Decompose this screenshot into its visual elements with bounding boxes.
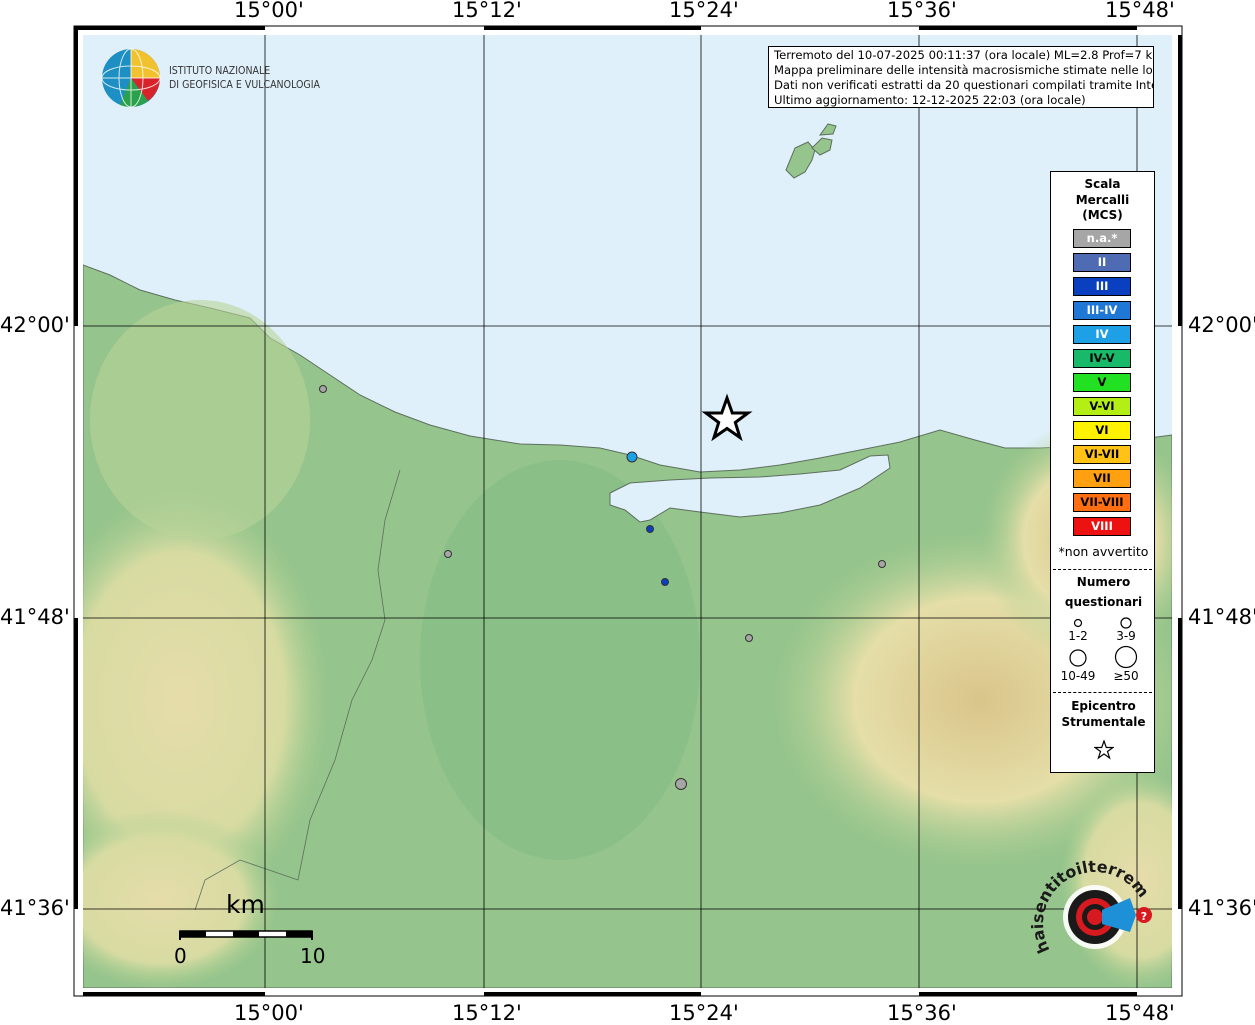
longitude-label-top: 15°24' [669, 0, 739, 22]
epicenter-title-line1: Epicentro [1071, 699, 1136, 713]
questionnaire-label-xlarge: ≥50 [1113, 669, 1139, 683]
intensity-scale-item: III-IV [1073, 301, 1131, 320]
latitude-label-left: 42°00' [0, 313, 70, 337]
haisentito-logo-text: haisentitoilterremoto.it [1030, 850, 1153, 956]
longitude-label-bottom: 15°12' [452, 1001, 522, 1025]
observation-point [878, 560, 886, 568]
ingv-logo-icon [101, 48, 161, 108]
intensity-scale-item: V-VI [1073, 397, 1131, 416]
longitude-label-bottom: 15°36' [887, 1001, 957, 1025]
longitude-label-top: 15°00' [234, 0, 304, 22]
xlarge-circle-icon [1114, 645, 1138, 669]
intensity-scale-item: II [1073, 253, 1131, 272]
not-felt-note: *non avvertito [1058, 544, 1149, 559]
intensity-scale-item: V [1073, 373, 1131, 392]
event-info-line3: Dati non verificati estratti da 20 quest… [774, 78, 1153, 92]
intensity-scale-item: VII [1073, 469, 1131, 488]
legend-divider [1053, 692, 1152, 693]
event-info-box: Terremoto del 10-07-2025 00:11:37 (ora l… [768, 46, 1154, 108]
observation-point [675, 778, 687, 790]
longitude-label-top: 15°48' [1105, 0, 1175, 22]
questionnaires-title-line2: questionari [1064, 595, 1143, 609]
longitude-label-top: 15°36' [887, 0, 957, 22]
intensity-scale-item: VII-VIII [1073, 493, 1131, 512]
latitude-label-right: 41°48' [1188, 605, 1255, 629]
legend-title-line3: (MCS) [1082, 208, 1123, 222]
observation-point [626, 451, 638, 463]
epicenter-title-line2: Strumentale [1061, 715, 1146, 729]
institute-name-line1: ISTITUTO NAZIONALE [169, 65, 271, 77]
observation-point [444, 550, 452, 558]
longitude-label-top: 15°12' [452, 0, 522, 22]
institute-name-line2: DI GEOFISICA E VULCANOLOGIA [169, 79, 321, 91]
longitude-label-bottom: 15°48' [1105, 1001, 1175, 1025]
epicenter-legend-star-icon [1094, 740, 1114, 760]
small-circle-icon [1073, 618, 1083, 628]
questionnaire-label-large: 10-49 [1060, 669, 1096, 683]
scale-bar-unit: km [226, 890, 265, 919]
intensity-scale-item: VI-VII [1073, 445, 1131, 464]
intensity-scale-item: IV [1073, 325, 1131, 344]
event-info-line4: Ultimo aggiornamento: 12-12-2025 22:03 (… [774, 93, 1086, 107]
latitude-label-left: 41°36' [0, 896, 70, 920]
questionnaire-label-medium: 3-9 [1116, 629, 1136, 643]
intensity-scale-item: VIII [1073, 517, 1131, 536]
intensity-scale-item: n.a.* [1073, 229, 1131, 248]
intensity-scale-item: VI [1073, 421, 1131, 440]
longitude-label-bottom: 15°00' [234, 1001, 304, 1025]
questionnaires-title-line1: Numero [1076, 575, 1131, 589]
svg-text:haisentitoilterremoto.it: haisentitoilterremoto.it [1030, 850, 1153, 956]
legend-title-line1: Scala [1084, 177, 1121, 191]
longitude-label-bottom: 15°24' [669, 1001, 739, 1025]
large-circle-icon [1069, 649, 1087, 667]
questionnaire-label-small: 1-2 [1068, 629, 1088, 643]
observation-point [745, 634, 753, 642]
questionnaires-title: Numero questionari [1051, 572, 1156, 612]
event-info-line1: Terremoto del 10-07-2025 00:11:37 (ora l… [774, 48, 1153, 62]
intensity-scale-item: III [1073, 277, 1131, 296]
observation-point [319, 385, 327, 393]
intensity-scale-item: IV-V [1073, 349, 1131, 368]
latitude-label-right: 42°00' [1188, 313, 1255, 337]
scale-bar-start-label: 0 [174, 944, 187, 968]
scale-bar-end-label: 10 [300, 944, 326, 968]
latitude-label-right: 41°36' [1188, 896, 1255, 920]
observation-point [661, 578, 669, 586]
observation-point [646, 525, 654, 533]
latitude-label-left: 41°48' [0, 605, 70, 629]
institute-name: ISTITUTO NAZIONALE DI GEOFISICA E VULCAN… [169, 64, 320, 92]
epicenter-title: Epicentro Strumentale [1051, 698, 1156, 730]
legend-title: Scala Mercalli (MCS) [1051, 177, 1154, 224]
medium-circle-icon [1120, 617, 1132, 629]
legend-divider [1053, 569, 1152, 570]
event-info-line2: Mappa preliminare delle intensità macros… [774, 63, 1153, 77]
legend-panel: Scala Mercalli (MCS) n.a.* II III III-IV IV I… [1050, 171, 1155, 773]
legend-title-line2: Mercalli [1075, 192, 1130, 207]
